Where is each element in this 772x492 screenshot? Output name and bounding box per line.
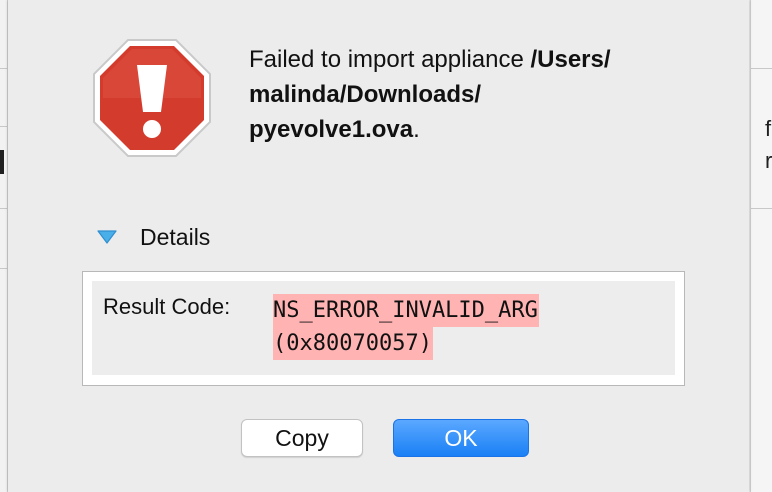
background-text-fragment: r	[765, 148, 772, 173]
result-code-value: NS_ERROR_INVALID_ARG (0x80070057)	[273, 294, 539, 360]
appliance-path-part: /Users/	[530, 46, 611, 73]
copy-button[interactable]: Copy	[241, 419, 363, 457]
background-divider	[0, 208, 7, 209]
background-window-left	[0, 0, 8, 492]
alert-message-suffix: .	[413, 116, 420, 143]
appliance-path-part: pyevolve1.ova	[249, 116, 414, 143]
background-divider	[0, 126, 7, 127]
alert-message-prefix: Failed to import appliance	[249, 46, 531, 73]
background-text-fragment: f	[765, 116, 772, 141]
appliance-path-part: malinda/Downloads/	[249, 81, 482, 108]
details-text-area: Result Code: NS_ERROR_INVALID_ARG (0x800…	[92, 281, 675, 375]
details-label: Details	[140, 223, 211, 250]
ok-button[interactable]: OK	[393, 419, 529, 457]
disclosure-triangle-down-icon[interactable]	[96, 229, 118, 245]
background-divider	[751, 68, 772, 69]
background-divider	[0, 68, 7, 69]
background-window-right: f r	[750, 0, 772, 492]
stop-icon	[93, 39, 211, 157]
result-code-hex: (0x80070057)	[273, 327, 433, 360]
background-divider	[751, 208, 772, 209]
result-code-name: NS_ERROR_INVALID_ARG	[273, 294, 539, 327]
details-panel: Result Code: NS_ERROR_INVALID_ARG (0x800…	[82, 271, 685, 386]
ok-button-label: OK	[444, 424, 478, 451]
details-disclosure[interactable]: Details	[96, 222, 210, 252]
copy-button-label: Copy	[275, 424, 329, 451]
background-text-fragment	[0, 150, 4, 174]
result-code-label: Result Code:	[103, 294, 231, 319]
alert-message: Failed to import appliance /Users/ malin…	[249, 42, 689, 147]
background-divider	[0, 268, 7, 269]
alert-dialog: Failed to import appliance /Users/ malin…	[8, 0, 749, 492]
